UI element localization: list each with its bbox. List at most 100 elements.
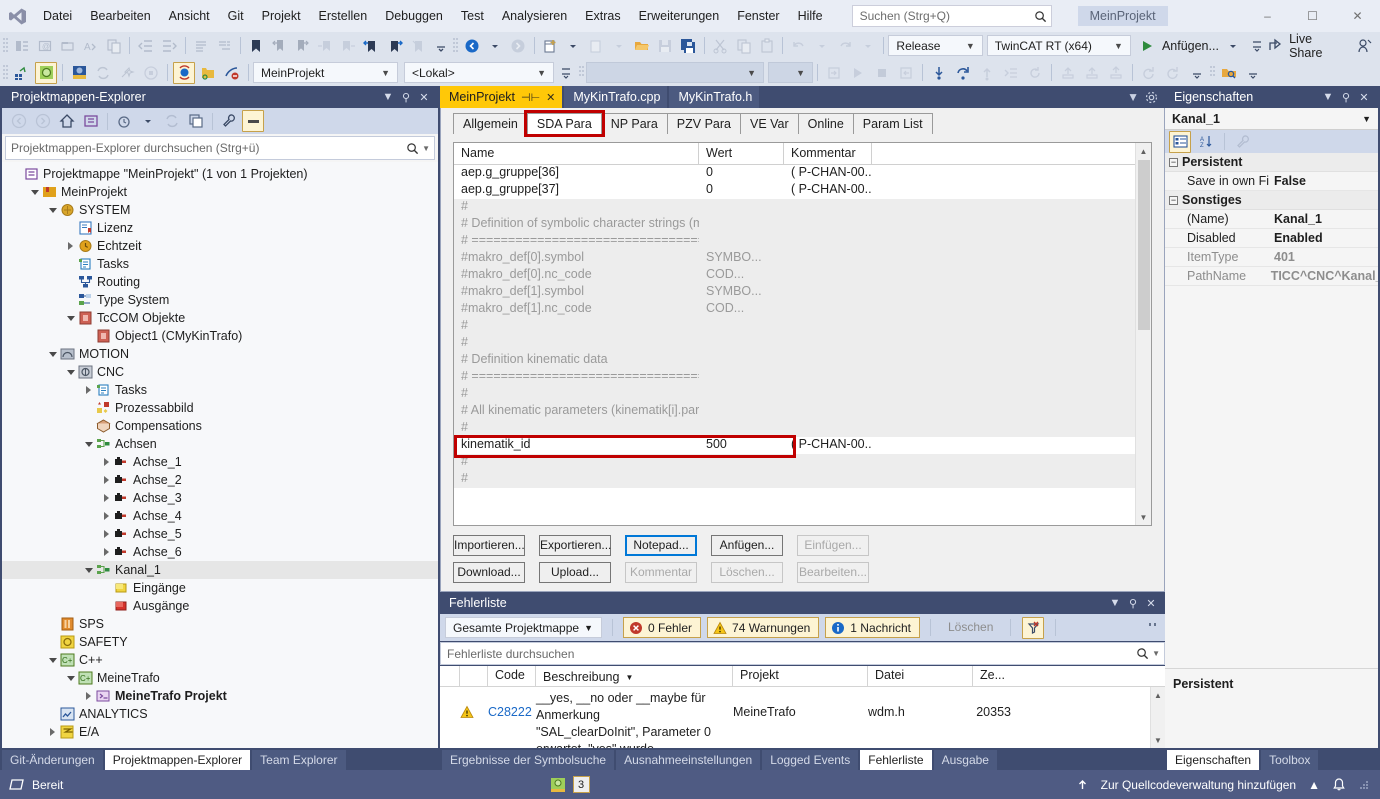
expand-arrow-icon[interactable] [64,237,77,255]
scroll-up-icon[interactable]: ▲ [1150,687,1165,703]
properties-object-dropdown[interactable]: Kanal_1 ▼ [1165,108,1378,130]
scroll-up-icon[interactable]: ▲ [1136,143,1152,159]
tab-eigenschaften[interactable]: Eigenschaften [1167,750,1260,770]
toolbar-overflow-icon[interactable] [1246,35,1267,57]
collapse-arrow-icon[interactable] [64,363,77,381]
toggle-bookmark-icon[interactable] [246,35,267,57]
add-bookmark-icon[interactable] [384,35,405,57]
tree-item-analytics[interactable]: ANALYTICS [2,705,438,723]
tree-item-achse-5[interactable]: Achse_5 [2,525,438,543]
menu-test[interactable]: Test [452,0,493,32]
chevron-down-icon[interactable]: ▼ [1127,90,1139,104]
activate-configuration-icon[interactable] [35,61,57,84]
tab-toolbox[interactable]: Toolbox [1261,750,1319,770]
editor-tab-ve-var[interactable]: VE Var [739,113,799,134]
warnings-filter-button[interactable]: 74 Warnungen [707,617,820,638]
refresh-icon[interactable] [1024,62,1046,84]
tree-item-achse-4[interactable]: Achse_4 [2,507,438,525]
toolbar-overflow-icon[interactable] [430,35,451,57]
activate-boot-project-icon[interactable] [1057,62,1079,84]
expand-arrow-icon[interactable] [46,723,59,741]
tree-item-cnc[interactable]: CNC [2,363,438,381]
quick-search-input[interactable]: Suchen (Strg+Q) [851,5,1052,27]
parameter-row[interactable]: # [454,420,1151,437]
clear-bookmarks-icon[interactable] [361,35,382,57]
scroll-down-icon[interactable]: ▼ [1150,732,1165,748]
editor-tab-np-para[interactable]: NP Para [600,113,668,134]
parameter-row[interactable]: #makro_def[1].nc_code COD... [454,301,1151,318]
collapse-all-icon[interactable] [185,110,207,132]
home-icon[interactable] [56,110,78,132]
error-rows-container[interactable]: C28222 __yes, __no oder __maybe für Anme… [440,687,1165,748]
categorized-view-icon[interactable] [1169,130,1191,153]
property-row[interactable]: Disabled Enabled [1165,229,1378,248]
button-anf-gen[interactable]: Anfügen... [711,535,783,556]
start-debug-icon[interactable] [1137,35,1158,57]
solution-tree[interactable]: Projektmappe "MeinProjekt" (1 von 1 Proj… [2,162,438,748]
editor-tab-pzv-para[interactable]: PZV Para [666,113,741,134]
error-list-grid[interactable]: Code Beschreibung ▼ Projekt Datei Ze... [440,666,1165,748]
editor-tab-sda-para[interactable]: SDA Para [526,113,602,134]
tree-item-achse-3[interactable]: Achse_3 [2,489,438,507]
parameter-row[interactable]: kinematik_id 500 ( P-CHAN-00... [454,437,1151,454]
button-download[interactable]: Download... [453,562,525,583]
parameter-grid[interactable]: Name Wert Kommentar aep.g_gruppe[36] 0 ( P… [453,142,1152,526]
comment-block-icon[interactable] [190,35,211,57]
parameter-row[interactable]: # [454,335,1151,352]
close-icon[interactable]: ✕ [416,89,432,105]
expand-arrow-icon[interactable] [100,507,113,525]
menu-analysieren[interactable]: Analysieren [493,0,576,32]
collapse-arrow-icon[interactable] [46,345,59,363]
toolbar-overflow-icon[interactable] [555,62,577,84]
preview-selected-items-icon[interactable] [242,110,264,132]
tab-team-explorer[interactable]: Team Explorer [252,750,346,770]
menu-erweiterungen[interactable]: Erweiterungen [630,0,729,32]
disable-bookmark-icon[interactable] [407,35,428,57]
toolbar-grip[interactable] [1209,63,1217,82]
close-icon[interactable]: ✕ [1143,595,1159,611]
tree-item-achse-6[interactable]: Achse_6 [2,543,438,561]
pin-icon[interactable]: ⚲ [398,89,414,105]
source-control-label[interactable]: Zur Quellcodeverwaltung hinzufügen [1101,778,1296,792]
restart-debugging-icon[interactable] [895,62,917,84]
property-row[interactable]: PathName TICC^CNC^Kanal_ [1165,267,1378,286]
navigate-backward-icon[interactable] [461,35,482,57]
parameter-row[interactable]: # All kinematic parameters (kinematik[i]… [454,403,1151,420]
forward-icon[interactable] [32,110,54,132]
chevron-down-icon[interactable]: ▼ [1149,649,1160,658]
new-item-dropdown-icon[interactable] [609,35,630,57]
toolbar-overflow-icon[interactable] [1186,62,1208,84]
show-next-statement-icon[interactable] [1000,62,1022,84]
save-icon[interactable] [655,35,676,57]
doc-tab-meinprojekt[interactable]: MeinProjekt ⊣⊢ ✕ [440,86,563,108]
chevron-down-icon[interactable]: ▼ [1320,89,1336,105]
chevron-down-icon[interactable] [137,110,159,132]
continue-icon[interactable] [847,62,869,84]
tree-item-tccom-objekte[interactable]: TcCOM Objekte [2,309,438,327]
reload-devices-icon[interactable] [92,62,114,84]
solution-explorer-search-input[interactable]: Projektmappen-Explorer durchsuchen (Strg… [5,136,435,160]
cut-icon[interactable] [710,35,731,57]
collapse-arrow-icon[interactable] [28,183,41,201]
collapse-arrow-icon[interactable] [82,435,95,453]
column-header-severity[interactable] [440,666,460,686]
column-header-kommentar[interactable]: Kommentar [784,143,872,164]
redo-dropdown-icon[interactable] [857,35,878,57]
tree-item-lizenz[interactable]: Lizenz [2,219,438,237]
error-scope-dropdown[interactable]: Gesamte Projektmappe ▼ [445,617,602,638]
copy-icon[interactable] [733,35,754,57]
comment-selection-icon[interactable] [11,35,32,57]
new-project-icon[interactable] [539,35,560,57]
previous-bookmark-folder-icon[interactable] [315,35,336,57]
toolbar-grip[interactable] [578,63,586,82]
redo-icon[interactable] [834,35,855,57]
parameter-grid-scrollbar[interactable]: ▲ ▼ [1135,143,1151,525]
copy-lines-icon[interactable] [103,35,124,57]
tree-item-system[interactable]: SYSTEM [2,201,438,219]
menu-extras[interactable]: Extras [576,0,629,32]
error-toolbar-overflow-icon[interactable] [1147,621,1165,635]
errors-filter-button[interactable]: 0 Fehler [622,617,702,638]
tree-item-sps[interactable]: SPS [2,615,438,633]
parameter-grid-body[interactable]: aep.g_gruppe[36] 0( P-CHAN-00... aep.g_gru… [454,165,1151,525]
chevron-down-icon[interactable]: ▼ [1107,595,1123,611]
